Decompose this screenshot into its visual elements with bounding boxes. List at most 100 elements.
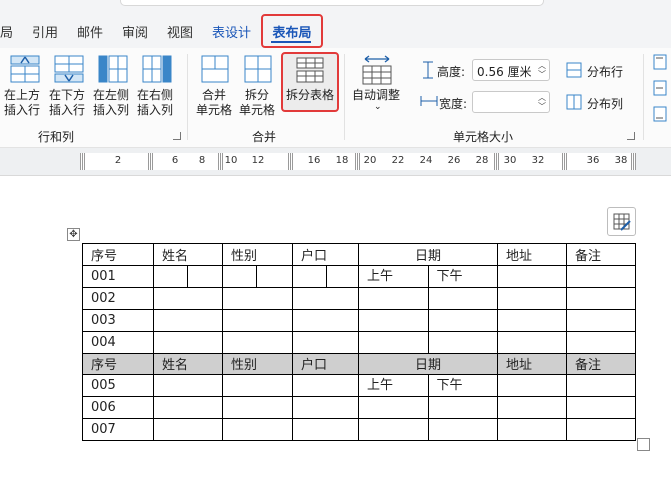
- merge-cells-icon[interactable]: [201, 55, 229, 83]
- table-split-cell[interactable]: [222, 264, 293, 288]
- ruler-column-marker[interactable]: [80, 153, 86, 170]
- autofit-dropdown-chevron-icon[interactable]: ⌄: [374, 102, 382, 112]
- split-cells-icon[interactable]: [244, 55, 272, 83]
- table-cell[interactable]: [153, 286, 223, 310]
- height-spin-arrows-icon[interactable]: ︿ ﹀: [538, 61, 546, 79]
- align-bottom-left-icon[interactable]: [653, 106, 667, 122]
- table-cell[interactable]: [497, 396, 567, 420]
- table-header-cell[interactable]: 序号: [82, 243, 154, 266]
- table-header-cell[interactable]: 备注: [566, 352, 636, 376]
- tab-references[interactable]: 引用: [32, 22, 58, 41]
- table-cell-am[interactable]: 上午: [360, 266, 429, 287]
- table-cell[interactable]: [153, 396, 223, 420]
- table-cell[interactable]: [566, 264, 636, 288]
- table-cell[interactable]: 004: [82, 330, 154, 354]
- align-middle-left-icon[interactable]: [653, 80, 667, 96]
- table-header-cell[interactable]: 备注: [566, 243, 636, 266]
- distribute-cols-icon[interactable]: [566, 94, 582, 110]
- ruler-column-marker[interactable]: [631, 153, 637, 170]
- split-table-icon[interactable]: [296, 57, 324, 83]
- insert-col-right-icon[interactable]: [142, 55, 172, 83]
- table-header-cell[interactable]: 地址: [497, 243, 567, 266]
- table-cell[interactable]: [222, 286, 293, 310]
- table-cell[interactable]: 003: [82, 308, 154, 332]
- insert-row-below-label[interactable]: 在下方 插入行: [49, 88, 85, 118]
- table-date-cell[interactable]: [358, 418, 498, 442]
- table-move-handle-icon[interactable]: ✥: [67, 228, 80, 241]
- tab-table-design[interactable]: 表设计: [212, 22, 251, 41]
- tab-table-layout[interactable]: 表布局: [263, 22, 321, 41]
- ruler-column-marker[interactable]: [562, 153, 568, 170]
- table-cell-pm[interactable]: 下午: [429, 376, 497, 396]
- table-cell[interactable]: [222, 396, 293, 420]
- table-cell[interactable]: 001: [82, 264, 154, 288]
- table-cell[interactable]: [497, 286, 567, 310]
- table-cell[interactable]: [292, 418, 359, 442]
- quick-layout-button[interactable]: [607, 207, 636, 236]
- ruler-column-marker[interactable]: [288, 153, 294, 170]
- ruler-column-marker[interactable]: [148, 153, 154, 170]
- distribute-rows-label[interactable]: 分布行: [587, 63, 623, 80]
- width-field[interactable]: ︿ ﹀: [472, 91, 550, 113]
- table-cell[interactable]: [497, 418, 567, 442]
- table-date-cell[interactable]: [358, 286, 498, 310]
- table-cell[interactable]: [497, 330, 567, 354]
- merge-cells-label[interactable]: 合并 单元格: [196, 88, 232, 118]
- insert-row-above-label[interactable]: 在上方 插入行: [4, 88, 40, 118]
- table-cell[interactable]: [153, 308, 223, 332]
- table-cell[interactable]: [222, 308, 293, 332]
- table-date-cell[interactable]: [358, 308, 498, 332]
- table-header-cell[interactable]: 姓名: [153, 243, 223, 266]
- table-cell[interactable]: 006: [82, 396, 154, 420]
- width-spin-arrows-icon[interactable]: ︿ ﹀: [538, 93, 546, 111]
- tab-layout-partial[interactable]: 局: [0, 22, 13, 41]
- table-cell-am[interactable]: 上午: [360, 375, 429, 396]
- insert-col-left-icon[interactable]: [98, 55, 128, 83]
- table-cell[interactable]: [292, 330, 359, 354]
- document-table[interactable]: 序号 姓名 性别 户口 日期 地址 备注 001 上午 下午 002 003 0…: [82, 243, 636, 442]
- rows-cols-launcher-icon[interactable]: [173, 132, 181, 140]
- table-cell[interactable]: [153, 374, 223, 398]
- table-cell[interactable]: 005: [82, 374, 154, 398]
- ruler-column-marker[interactable]: [355, 153, 361, 170]
- table-cell[interactable]: [153, 418, 223, 442]
- table-cell[interactable]: [497, 308, 567, 332]
- table-split-cell[interactable]: [153, 264, 223, 288]
- autofit-label[interactable]: 自动调整: [352, 88, 400, 103]
- insert-col-left-label[interactable]: 在左侧 插入列: [93, 88, 129, 118]
- table-cell[interactable]: [222, 374, 293, 398]
- table-cell-pm[interactable]: 下午: [429, 266, 497, 286]
- table-cell[interactable]: [222, 418, 293, 442]
- table-header-cell[interactable]: 地址: [497, 352, 567, 376]
- table-cell[interactable]: [292, 286, 359, 310]
- table-date-cell[interactable]: 上午 下午: [358, 264, 498, 288]
- table-header-cell[interactable]: 户口: [292, 243, 359, 266]
- table-cell[interactable]: [497, 374, 567, 398]
- table-header-cell[interactable]: 日期: [358, 352, 498, 376]
- distribute-rows-icon[interactable]: [566, 62, 582, 78]
- table-cell[interactable]: 007: [82, 418, 154, 442]
- autofit-icon[interactable]: [361, 54, 393, 86]
- split-cells-label[interactable]: 拆分 单元格: [239, 88, 275, 118]
- tab-view[interactable]: 视图: [167, 22, 193, 41]
- insert-col-right-label[interactable]: 在右侧 插入列: [137, 88, 173, 118]
- split-table-label[interactable]: 拆分表格: [283, 88, 337, 103]
- table-cell[interactable]: [566, 308, 636, 332]
- ruler-column-marker[interactable]: [494, 153, 500, 170]
- table-header-cell[interactable]: 户口: [292, 352, 359, 376]
- table-date-cell[interactable]: [358, 330, 498, 354]
- table-cell[interactable]: [566, 396, 636, 420]
- cell-size-launcher-icon[interactable]: [627, 132, 635, 140]
- tab-mailings[interactable]: 邮件: [77, 22, 103, 41]
- table-cell[interactable]: [566, 418, 636, 442]
- align-top-left-icon[interactable]: [653, 54, 667, 70]
- table-cell[interactable]: [292, 308, 359, 332]
- insert-row-above-icon[interactable]: [10, 55, 40, 83]
- table-header-cell[interactable]: 姓名: [153, 352, 223, 376]
- table-date-cell[interactable]: [358, 396, 498, 420]
- table-split-cell[interactable]: [292, 264, 359, 288]
- table-date-cell[interactable]: 上午 下午: [358, 374, 498, 398]
- insert-row-below-icon[interactable]: [54, 55, 84, 83]
- table-cell[interactable]: [566, 330, 636, 354]
- table-cell[interactable]: [566, 286, 636, 310]
